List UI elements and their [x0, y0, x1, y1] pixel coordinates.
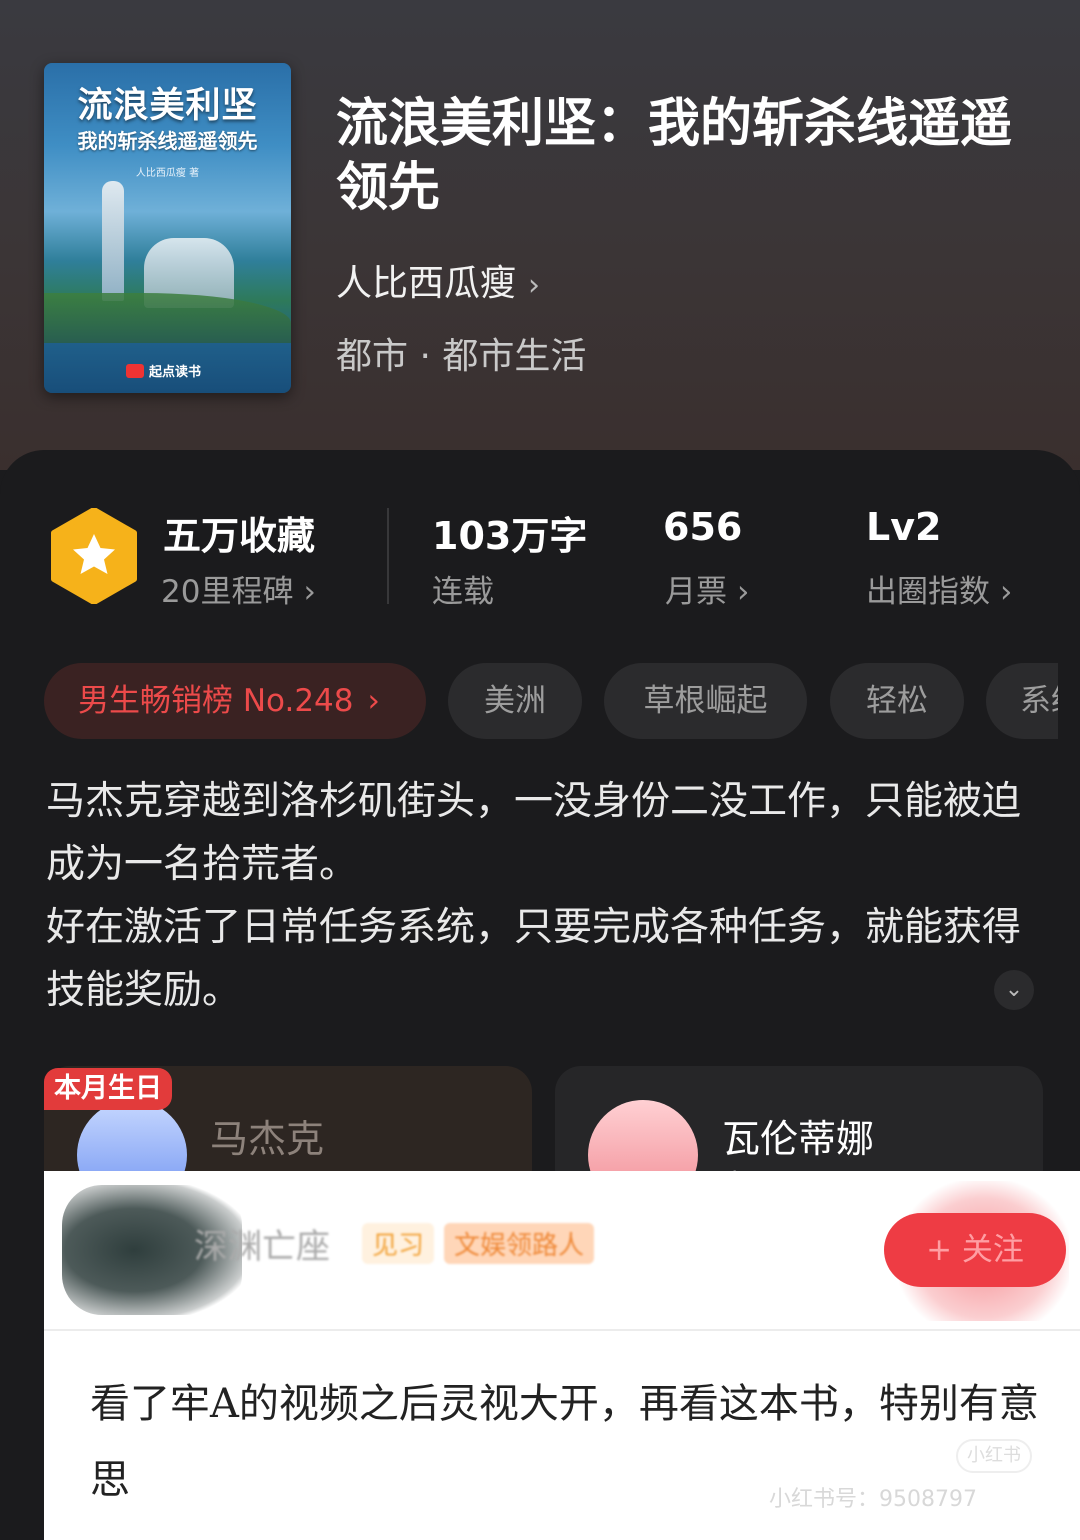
cover-land-graphic [44, 293, 291, 343]
influence-level: Lv2 [866, 505, 942, 549]
description-paragraph: 马杰克穿越到洛杉矶街头，一没身份二没工作，只能被迫成为一名拾荒者。 [46, 779, 1022, 887]
monthly-ticket-label: 月票 [665, 574, 727, 610]
book-title: 流浪美利坚：我的斩杀线遥遥领先 [336, 94, 1013, 218]
watermark-id: 小红书号：9508797 [769, 1487, 977, 1512]
tag-chip[interactable]: 系统 [986, 663, 1058, 739]
book-genre: 都市 · 都市生活 [336, 336, 587, 377]
user-title-tag: 文娱领路人 [444, 1223, 595, 1264]
monthly-ticket-count: 656 [663, 505, 743, 549]
character-name: 马杰克 [210, 1117, 325, 1161]
social-post-overlay: 深渊亡座 见习 文娱领路人 + 关注 看了牢A的视频之后灵视大开，再看这本书，特… [44, 1171, 1080, 1540]
milestone-link[interactable]: 20里程碑 › [161, 566, 316, 611]
tag-chip[interactable]: 草根崛起 [604, 663, 807, 739]
star-hexagon-icon [51, 508, 137, 604]
birthday-badge: 本月生日 [44, 1068, 172, 1110]
influence-link[interactable]: 出圈指数 › [866, 566, 1012, 611]
cover-brand-label: 起点读书 [149, 365, 202, 380]
serial-status: 连载 [432, 574, 494, 610]
favorites-value: 五万收藏 [163, 514, 316, 558]
book-description: 马杰克穿越到洛杉矶街头，一没身份二没工作，只能被迫成为一名拾荒者。 好在激活了日… [46, 770, 1026, 1022]
watermark-logo: 小红书 [956, 1439, 1032, 1473]
monthly-ticket-link[interactable]: 月票 › [665, 566, 749, 611]
cover-brand: 起点读书 [126, 361, 201, 380]
chevron-right-icon: › [1000, 574, 1013, 610]
post-username[interactable]: 深渊亡座 [194, 1219, 330, 1268]
author-link[interactable]: 人比西瓜瘦 › [336, 254, 540, 306]
rank-chip[interactable]: 男生畅销榜 No.248 › [44, 663, 426, 739]
character-name: 瓦伦蒂娜 [722, 1117, 875, 1161]
book-cover[interactable]: 流浪美利坚 我的斩杀线遥遥领先 人比西瓜瘦 著 起点读书 [44, 63, 291, 393]
chevron-right-icon: › [737, 574, 750, 610]
qidian-logo-icon [126, 364, 144, 378]
chevron-right-icon: › [303, 574, 316, 610]
chevron-down-icon[interactable]: ⌄ [994, 970, 1034, 1010]
chevron-right-icon: › [528, 268, 541, 303]
author-name: 人比西瓜瘦 [336, 263, 517, 304]
cover-title: 流浪美利坚 [77, 85, 258, 126]
word-count: 103万字 [432, 514, 588, 558]
user-level-tag: 见习 [362, 1223, 435, 1264]
rank-label: 男生畅销榜 No.248 [78, 683, 354, 719]
follow-button[interactable]: + 关注 [884, 1213, 1066, 1287]
tag-chip[interactable]: 轻松 [830, 663, 964, 739]
tag-chip[interactable]: 美洲 [448, 663, 582, 739]
description-paragraph: 好在激活了日常任务系统，只要完成各种任务，就能获得技能奖励。 [46, 905, 1022, 1013]
influence-label: 出圈指数 [866, 574, 990, 610]
cover-author: 人比西瓜瘦 著 [135, 168, 200, 179]
cover-subtitle: 我的斩杀线遥遥领先 [77, 129, 258, 153]
stats-divider [387, 508, 389, 604]
milestone-label: 20里程碑 [161, 574, 294, 610]
cover-tower-graphic [102, 181, 124, 301]
chevron-right-icon: › [367, 683, 380, 719]
post-header: 深渊亡座 见习 文娱领路人 + 关注 [44, 1171, 1080, 1331]
